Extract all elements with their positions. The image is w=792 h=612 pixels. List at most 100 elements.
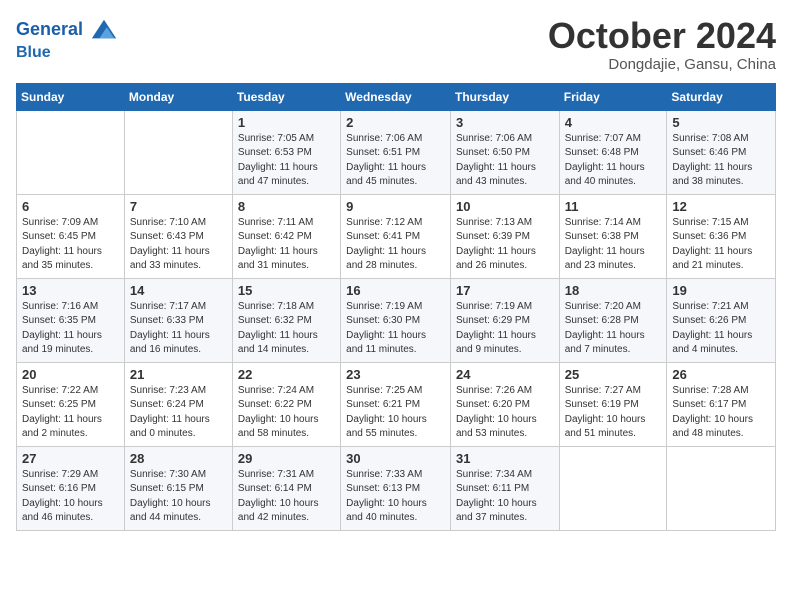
day-cell: 21Sunrise: 7:23 AMSunset: 6:24 PMDayligh… xyxy=(124,362,232,446)
day-number: 22 xyxy=(238,367,335,382)
day-number: 10 xyxy=(456,199,554,214)
logo-text: General xyxy=(16,16,118,44)
day-number: 20 xyxy=(22,367,119,382)
day-cell: 18Sunrise: 7:20 AMSunset: 6:28 PMDayligh… xyxy=(559,278,667,362)
day-number: 14 xyxy=(130,283,227,298)
day-info: Sunrise: 7:19 AMSunset: 6:29 PMDaylight:… xyxy=(456,300,554,358)
day-cell xyxy=(559,446,667,530)
day-info: Sunrise: 7:22 AMSunset: 6:25 PMDaylight:… xyxy=(22,384,119,442)
calendar-body: 1 Sunrise: 7:05 AMSunset: 6:53 PMDaylight… xyxy=(17,110,776,530)
day-info: Sunrise: 7:17 AMSunset: 6:33 PMDaylight:… xyxy=(130,300,227,358)
day-info: Sunrise: 7:25 AMSunset: 6:21 PMDaylight:… xyxy=(346,384,445,442)
day-cell: 24Sunrise: 7:26 AMSunset: 6:20 PMDayligh… xyxy=(450,362,559,446)
day-cell: 4 Sunrise: 7:07 AMSunset: 6:48 PMDaylight… xyxy=(559,110,667,194)
day-number: 7 xyxy=(130,199,227,214)
header-cell-thursday: Thursday xyxy=(450,83,559,110)
day-number: 17 xyxy=(456,283,554,298)
day-number: 1 xyxy=(238,115,335,130)
day-cell: 5 Sunrise: 7:08 AMSunset: 6:46 PMDaylight… xyxy=(667,110,776,194)
day-info: Sunrise: 7:08 AMSunset: 6:46 PMDaylight:… xyxy=(672,132,770,190)
day-cell: 3 Sunrise: 7:06 AMSunset: 6:50 PMDaylight… xyxy=(450,110,559,194)
day-cell: 31 Sunrise: 7:34 AMSunset: 6:11 PMDayligh… xyxy=(450,446,559,530)
day-cell: 11 Sunrise: 7:14 AMSunset: 6:38 PMDayligh… xyxy=(559,194,667,278)
day-cell: 29Sunrise: 7:31 AMSunset: 6:14 PMDayligh… xyxy=(232,446,340,530)
header-cell-friday: Friday xyxy=(559,83,667,110)
day-cell: 6Sunrise: 7:09 AMSunset: 6:45 PMDaylight… xyxy=(17,194,125,278)
day-cell: 9Sunrise: 7:12 AMSunset: 6:41 PMDaylight… xyxy=(341,194,451,278)
day-cell: 14 Sunrise: 7:17 AMSunset: 6:33 PMDayligh… xyxy=(124,278,232,362)
day-info: Sunrise: 7:16 AMSunset: 6:35 PMDaylight:… xyxy=(22,300,119,358)
week-row-1: 1 Sunrise: 7:05 AMSunset: 6:53 PMDaylight… xyxy=(17,110,776,194)
day-number: 28 xyxy=(130,451,227,466)
day-cell xyxy=(17,110,125,194)
calendar-header: SundayMondayTuesdayWednesdayThursdayFrid… xyxy=(17,83,776,110)
day-cell: 12 Sunrise: 7:15 AMSunset: 6:36 PMDayligh… xyxy=(667,194,776,278)
day-number: 11 xyxy=(565,199,662,214)
day-cell: 26Sunrise: 7:28 AMSunset: 6:17 PMDayligh… xyxy=(667,362,776,446)
day-info: Sunrise: 7:13 AMSunset: 6:39 PMDaylight:… xyxy=(456,216,554,274)
day-cell: 7Sunrise: 7:10 AMSunset: 6:43 PMDaylight… xyxy=(124,194,232,278)
day-number: 5 xyxy=(672,115,770,130)
day-number: 12 xyxy=(672,199,770,214)
day-number: 2 xyxy=(346,115,445,130)
header-cell-sunday: Sunday xyxy=(17,83,125,110)
day-number: 23 xyxy=(346,367,445,382)
day-number: 4 xyxy=(565,115,662,130)
header-cell-wednesday: Wednesday xyxy=(341,83,451,110)
day-number: 16 xyxy=(346,283,445,298)
calendar-table: SundayMondayTuesdayWednesdayThursdayFrid… xyxy=(16,83,776,531)
page-header: General Blue October 2024 Dongdajie, Gan… xyxy=(16,16,776,73)
day-info: Sunrise: 7:15 AMSunset: 6:36 PMDaylight:… xyxy=(672,216,770,274)
header-cell-monday: Monday xyxy=(124,83,232,110)
day-cell: 19Sunrise: 7:21 AMSunset: 6:26 PMDayligh… xyxy=(667,278,776,362)
header-row: SundayMondayTuesdayWednesdayThursdayFrid… xyxy=(17,83,776,110)
day-cell: 28 Sunrise: 7:30 AMSunset: 6:15 PMDayligh… xyxy=(124,446,232,530)
day-cell: 22 Sunrise: 7:24 AMSunset: 6:22 PMDayligh… xyxy=(232,362,340,446)
day-number: 30 xyxy=(346,451,445,466)
day-number: 25 xyxy=(565,367,662,382)
day-cell: 20 Sunrise: 7:22 AMSunset: 6:25 PMDayligh… xyxy=(17,362,125,446)
day-number: 15 xyxy=(238,283,335,298)
day-cell: 1 Sunrise: 7:05 AMSunset: 6:53 PMDaylight… xyxy=(232,110,340,194)
day-number: 18 xyxy=(565,283,662,298)
day-number: 31 xyxy=(456,451,554,466)
day-cell: 30 Sunrise: 7:33 AMSunset: 6:13 PMDayligh… xyxy=(341,446,451,530)
day-info: Sunrise: 7:24 AMSunset: 6:22 PMDaylight:… xyxy=(238,384,335,442)
day-info: Sunrise: 7:06 AMSunset: 6:50 PMDaylight:… xyxy=(456,132,554,190)
day-info: Sunrise: 7:19 AMSunset: 6:30 PMDaylight:… xyxy=(346,300,445,358)
day-cell: 2 Sunrise: 7:06 AMSunset: 6:51 PMDaylight… xyxy=(341,110,451,194)
day-info: Sunrise: 7:31 AMSunset: 6:14 PMDaylight:… xyxy=(238,468,335,526)
day-number: 21 xyxy=(130,367,227,382)
day-number: 6 xyxy=(22,199,119,214)
day-info: Sunrise: 7:30 AMSunset: 6:15 PMDaylight:… xyxy=(130,468,227,526)
day-number: 3 xyxy=(456,115,554,130)
day-info: Sunrise: 7:05 AMSunset: 6:53 PMDaylight:… xyxy=(238,132,335,190)
day-info: Sunrise: 7:33 AMSunset: 6:13 PMDaylight:… xyxy=(346,468,445,526)
header-cell-tuesday: Tuesday xyxy=(232,83,340,110)
day-number: 26 xyxy=(672,367,770,382)
day-cell: 15Sunrise: 7:18 AMSunset: 6:32 PMDayligh… xyxy=(232,278,340,362)
location-subtitle: Dongdajie, Gansu, China xyxy=(548,56,776,73)
day-cell xyxy=(124,110,232,194)
day-info: Sunrise: 7:29 AMSunset: 6:16 PMDaylight:… xyxy=(22,468,119,526)
day-info: Sunrise: 7:07 AMSunset: 6:48 PMDaylight:… xyxy=(565,132,662,190)
day-info: Sunrise: 7:06 AMSunset: 6:51 PMDaylight:… xyxy=(346,132,445,190)
day-cell: 16 Sunrise: 7:19 AMSunset: 6:30 PMDayligh… xyxy=(341,278,451,362)
week-row-2: 6Sunrise: 7:09 AMSunset: 6:45 PMDaylight… xyxy=(17,194,776,278)
title-block: October 2024 Dongdajie, Gansu, China xyxy=(548,16,776,73)
week-row-4: 20 Sunrise: 7:22 AMSunset: 6:25 PMDayligh… xyxy=(17,362,776,446)
day-number: 24 xyxy=(456,367,554,382)
logo-blue: Blue xyxy=(16,44,118,62)
day-number: 9 xyxy=(346,199,445,214)
day-cell: 10 Sunrise: 7:13 AMSunset: 6:39 PMDayligh… xyxy=(450,194,559,278)
day-info: Sunrise: 7:11 AMSunset: 6:42 PMDaylight:… xyxy=(238,216,335,274)
day-cell: 25Sunrise: 7:27 AMSunset: 6:19 PMDayligh… xyxy=(559,362,667,446)
day-cell: 8Sunrise: 7:11 AMSunset: 6:42 PMDaylight… xyxy=(232,194,340,278)
day-number: 13 xyxy=(22,283,119,298)
week-row-5: 27 Sunrise: 7:29 AMSunset: 6:16 PMDayligh… xyxy=(17,446,776,530)
day-number: 27 xyxy=(22,451,119,466)
day-info: Sunrise: 7:14 AMSunset: 6:38 PMDaylight:… xyxy=(565,216,662,274)
day-cell: 23 Sunrise: 7:25 AMSunset: 6:21 PMDayligh… xyxy=(341,362,451,446)
day-info: Sunrise: 7:21 AMSunset: 6:26 PMDaylight:… xyxy=(672,300,770,358)
day-info: Sunrise: 7:34 AMSunset: 6:11 PMDaylight:… xyxy=(456,468,554,526)
